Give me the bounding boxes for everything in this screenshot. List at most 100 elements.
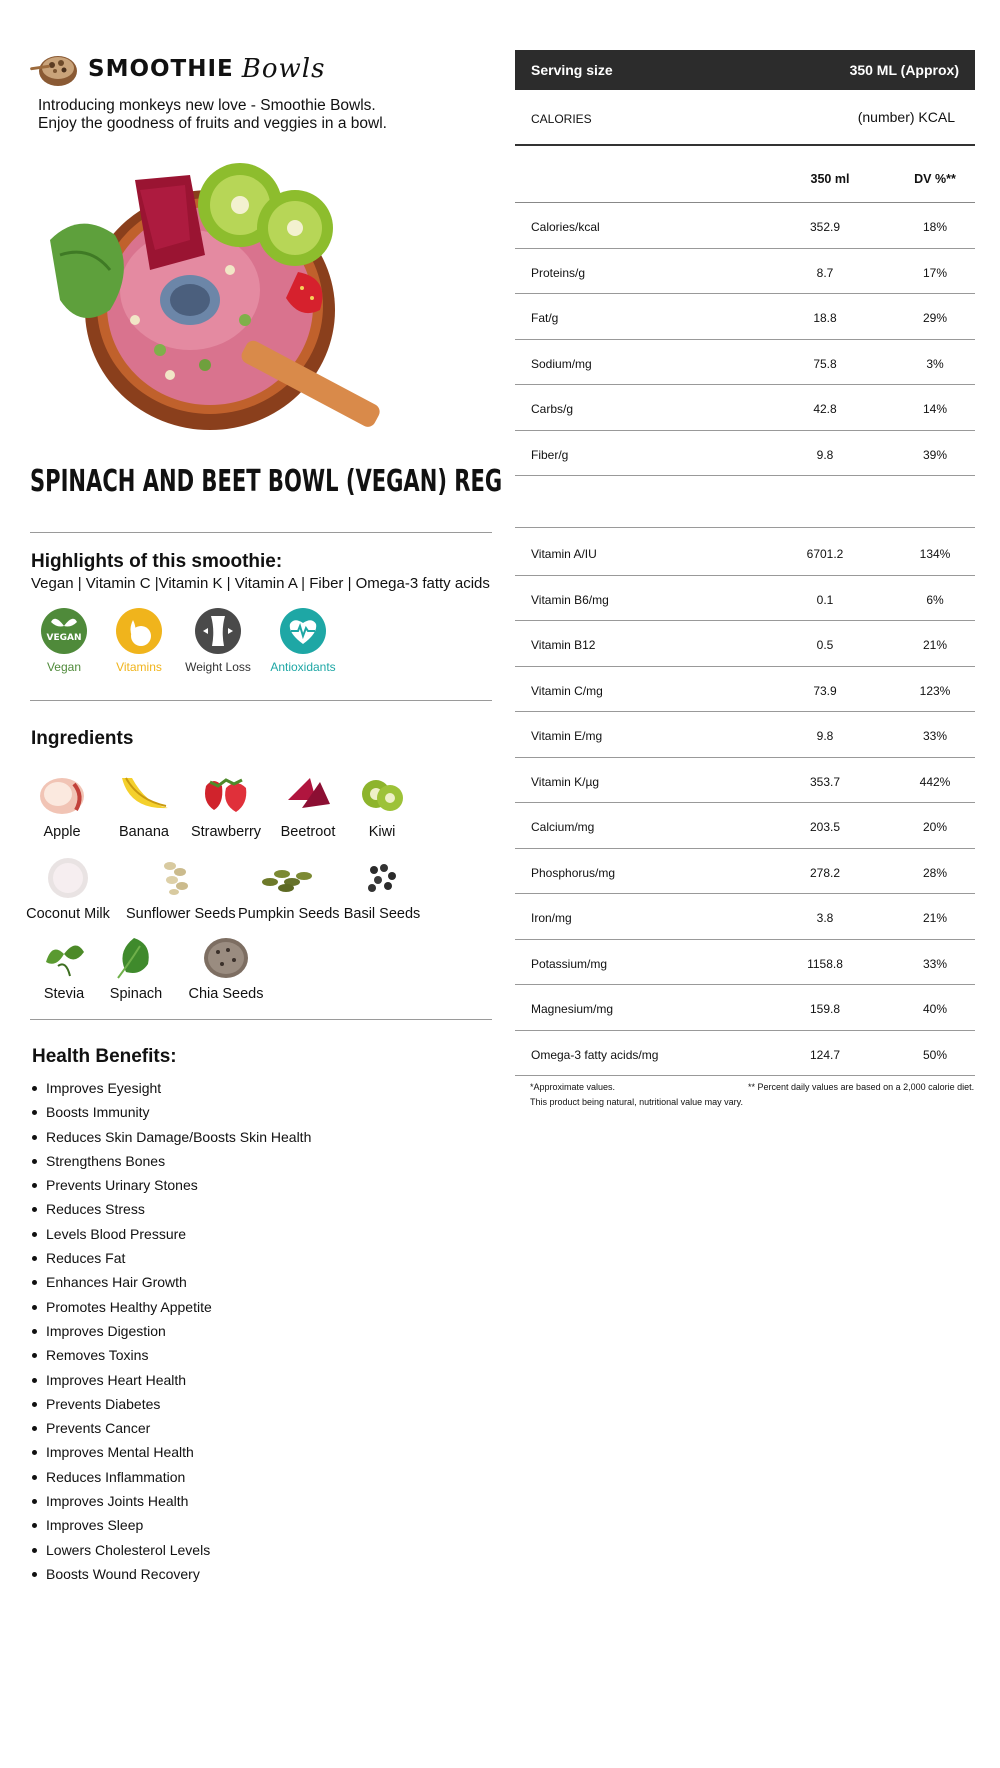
table-row: Iron/mg 3.8 21% [515, 894, 975, 940]
ingredient-name: Sunflower Seeds [126, 906, 236, 922]
nutrient-value: 159.8 [809, 1002, 841, 1016]
product-title: SPINACH AND BEET BOWL (VEGAN) REG [30, 464, 503, 499]
nutrient-dv: 21% [922, 911, 948, 925]
nutrient-value: 3.8 [816, 911, 834, 925]
intro-line-2: Enjoy the goodness of fruits and veggies… [38, 115, 387, 132]
nutrient-name: Fiber/g [531, 447, 569, 462]
nutrient-dv: 40% [922, 1002, 948, 1016]
badge-vegan: VEGAN Vegan [24, 608, 104, 674]
ingredient-kiwi: Kiwi [332, 770, 432, 840]
nutrient-name: Omega-3 fatty acids/mg [531, 1047, 659, 1062]
list-item: Removes Toxins [32, 1343, 311, 1367]
chia-seeds-icon [198, 932, 254, 982]
highlights-summary: Vegan | Vitamin C |Vitamin K | Vitamin A… [31, 575, 490, 592]
serving-size-header: Serving size 350 ML (Approx) [515, 50, 975, 90]
list-item: Prevents Urinary Stones [32, 1173, 311, 1197]
strawberry-icon [198, 770, 254, 820]
table-row: Sodium/mg 75.8 3% [515, 340, 975, 385]
table-row: Vitamin B6/mg 0.1 6% [515, 576, 975, 621]
badge-weight-loss: Weight Loss [178, 608, 258, 674]
nutrient-value: 8.7 [816, 265, 834, 280]
smoothie-bowl-image [40, 160, 420, 440]
table-row: Calories/kcal 352.9 18% [515, 203, 975, 249]
ingredient-name: Pumpkin Seeds [238, 906, 340, 922]
list-item: Prevents Diabetes [32, 1392, 311, 1416]
brand-name: SMOOTHIE [88, 56, 234, 82]
list-item: Enhances Hair Growth [32, 1270, 311, 1294]
list-item: Improves Eyesight [32, 1076, 311, 1100]
spinach-icon [108, 932, 164, 982]
table-row: Fat/g 18.8 29% [515, 294, 975, 340]
nutrient-name: Calcium/mg [531, 820, 595, 834]
table-row: Fiber/g 9.8 39% [515, 431, 975, 476]
nutrient-value: 124.7 [809, 1047, 841, 1062]
nutrient-value: 6701.2 [806, 547, 844, 561]
smoothie-bowl-logo-icon [30, 49, 80, 89]
ingredient-pumpkin-seeds: Pumpkin Seeds [238, 852, 340, 922]
banana-icon [116, 770, 172, 820]
ingredients-heading: Ingredients [31, 728, 134, 749]
nutrition-column-header: 350 ml DV %** [515, 146, 975, 203]
list-item: Reduces Skin Damage/Boosts Skin Health [32, 1125, 311, 1149]
badge-label: Vegan [46, 660, 82, 674]
nutrient-value: 9.8 [816, 729, 834, 743]
nutrient-value: 203.5 [809, 820, 841, 834]
calories-row: CALORIES (number) KCAL [515, 92, 975, 146]
ingredient-basil-seeds: Basil Seeds [332, 852, 432, 922]
calories-value: (number) KCAL [857, 109, 955, 125]
list-item: Strengthens Bones [32, 1149, 311, 1173]
nutrient-dv: 50% [922, 1047, 948, 1062]
calories-label: CALORIES [531, 112, 592, 126]
coconut-milk-icon [40, 852, 96, 902]
nutrient-value: 0.1 [816, 592, 834, 607]
nutrient-name: Carbs/g [531, 402, 574, 416]
basil-seeds-icon [354, 852, 410, 902]
ingredient-spinach: Spinach [86, 932, 186, 1002]
nutrient-name: Vitamin A/IU [531, 547, 597, 561]
nutrient-value: 73.9 [813, 683, 837, 698]
nutrient-name: Sodium/mg [531, 356, 592, 371]
ingredient-name: Coconut Milk [26, 906, 110, 922]
ingredient-sunflower-seeds: Sunflower Seeds [126, 852, 236, 922]
divider [30, 532, 492, 533]
footnote-dv: ** Percent daily values are based on a 2… [748, 1082, 975, 1092]
nutrient-name: Fat/g [531, 311, 559, 325]
ingredient-name: Spinach [109, 986, 163, 1002]
nutrient-name: Vitamin B6/mg [531, 592, 609, 607]
table-row: Carbs/g 42.8 14% [515, 385, 975, 431]
list-item: Levels Blood Pressure [32, 1222, 311, 1246]
list-item: Reduces Fat [32, 1246, 311, 1270]
apple-icon [34, 770, 90, 820]
badge-vitamins: Vitamins [99, 608, 179, 674]
table-row: Proteins/g 8.7 17% [515, 249, 975, 294]
nutrient-dv: 442% [919, 774, 951, 789]
pumpkin-seeds-icon [260, 852, 316, 902]
nutrient-name: Iron/mg [531, 911, 572, 925]
column-amount: 350 ml [810, 172, 850, 186]
nutrient-value: 18.8 [813, 311, 837, 325]
table-row: Vitamin B12 0.5 21% [515, 621, 975, 667]
intro-line-1: Introducing monkeys new love - Smoothie … [38, 97, 376, 114]
nutrient-name: Potassium/mg [531, 956, 608, 971]
column-dv: DV %** [914, 172, 956, 186]
nutrient-value: 352.9 [809, 220, 841, 234]
badge-label: Antioxidants [270, 660, 336, 674]
nutrient-name: Vitamin K/µg [531, 774, 600, 789]
list-item: Boosts Wound Recovery [32, 1562, 311, 1586]
fruit-icon [116, 608, 162, 654]
intro-text: Introducing monkeys new love - Smoothie … [38, 97, 458, 133]
nutrient-dv: 17% [922, 265, 948, 280]
benefits-heading: Health Benefits: [32, 1046, 177, 1067]
list-item: Improves Joints Health [32, 1489, 311, 1513]
sunflower-seeds-icon [148, 852, 204, 902]
nutrient-value: 353.7 [809, 774, 841, 789]
table-row: Magnesium/mg 159.8 40% [515, 985, 975, 1031]
kiwi-icon [354, 770, 410, 820]
nutrient-value: 0.5 [816, 638, 834, 652]
nutrient-value: 75.8 [813, 356, 837, 371]
list-item: Improves Mental Health [32, 1440, 311, 1464]
table-row: Vitamin A/IU 6701.2 134% [515, 530, 975, 576]
nutrient-dv: 6% [926, 592, 944, 607]
serving-size-label: Serving size [531, 62, 613, 78]
stevia-icon [36, 932, 92, 982]
